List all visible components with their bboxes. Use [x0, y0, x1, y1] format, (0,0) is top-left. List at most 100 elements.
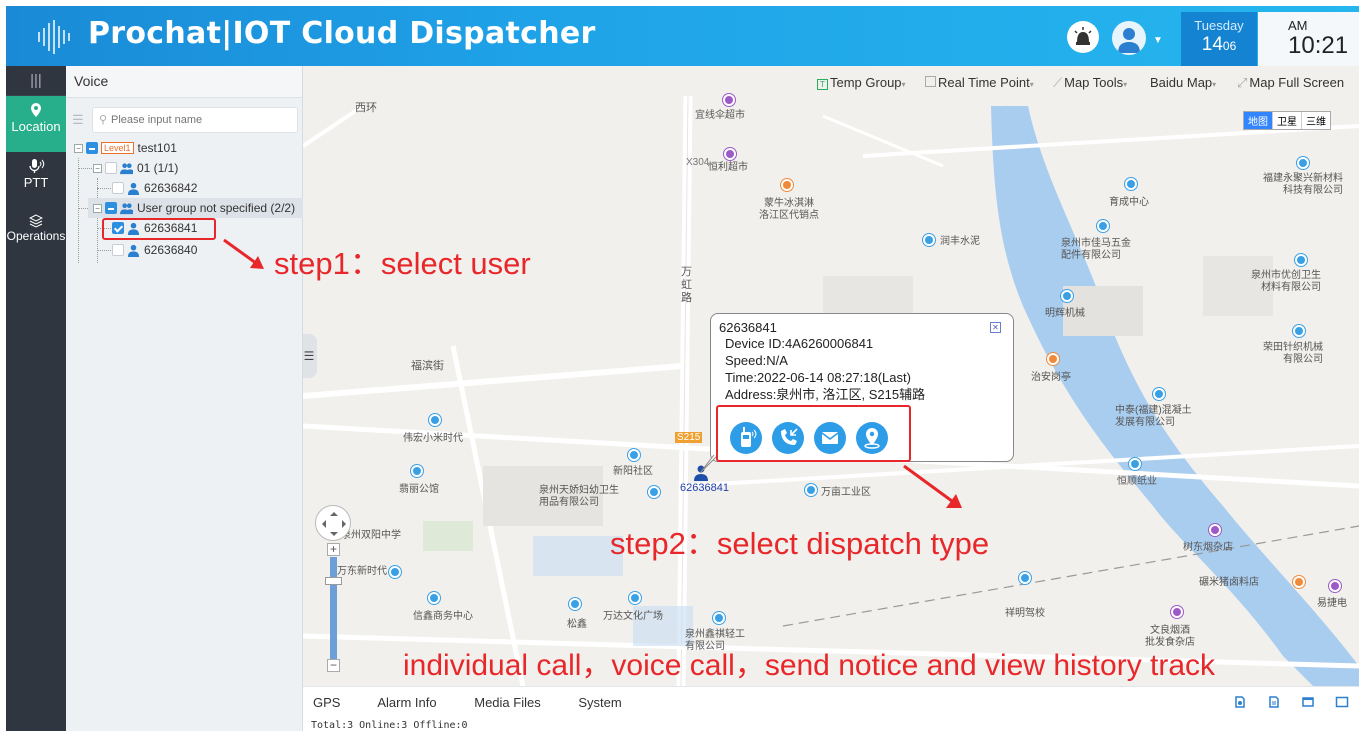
map-tools-button[interactable]: ⟋ Map Tools▾ — [1053, 75, 1127, 91]
map-label-line: 有限公司 — [1283, 354, 1323, 365]
panel-collapse-handle[interactable]: ☰ — [303, 334, 317, 378]
date-month: 06 — [1222, 39, 1237, 53]
collapse-icon[interactable]: − — [74, 143, 83, 153]
zoom-out-button[interactable]: − — [327, 659, 340, 672]
map-label-line: 泉州天娇妇幼卫生 — [539, 485, 619, 496]
alarm-light-icon[interactable] — [1067, 21, 1099, 53]
zoom-slider-thumb[interactable] — [325, 577, 342, 585]
map-label: 祥明驾校 — [1005, 608, 1045, 619]
bottom-panel: GPS Alarm Info Media Files System Total:… — [303, 686, 1359, 731]
map-label-line: 文良烟酒 — [1150, 625, 1190, 636]
chevron-down-icon: ▾ — [1212, 80, 1217, 89]
collapse-icon[interactable]: − — [93, 203, 102, 213]
tree-user-62636840[interactable]: 62636840 — [112, 240, 197, 260]
chevron-down-icon[interactable]: ▼ — [1153, 35, 1163, 46]
map-type-3d[interactable]: 三维 — [1302, 112, 1330, 129]
tree-user-62636842[interactable]: 62636842 — [112, 178, 197, 198]
clock: AM 10:21 — [1258, 12, 1359, 66]
search-input[interactable] — [92, 107, 298, 133]
menu-toggle-icon[interactable]: ||| — [6, 66, 66, 96]
collapse-icon[interactable]: − — [93, 163, 102, 173]
alarm-settings-icon[interactable] — [1267, 695, 1281, 709]
search-bar: ☰ ⚲ — [72, 107, 298, 133]
map-label: 易捷电 — [1317, 598, 1347, 609]
tab-alarm-info[interactable]: Alarm Info — [377, 695, 436, 710]
map-label: 碾米猪卤料店 — [1199, 577, 1259, 588]
full-screen-button[interactable]: ⤢ Map Full Screen — [1237, 75, 1344, 91]
poi-pin-icon — [389, 566, 401, 578]
map-label: 荣田针织机械 有限公司 — [1263, 342, 1323, 366]
poi-pin-icon — [648, 486, 660, 498]
checkbox[interactable] — [112, 182, 124, 194]
level-badge: Level1 — [101, 142, 134, 154]
tab-media-files[interactable]: Media Files — [474, 695, 540, 710]
map-label: 泉州天娇妇幼卫生 用品有限公司 — [539, 485, 619, 509]
pan-arrows-icon — [322, 512, 346, 536]
temp-group-icon: T — [817, 79, 828, 90]
poi-pin-icon — [1293, 576, 1305, 588]
poi-pin-icon — [569, 598, 581, 610]
road-label: S215 — [675, 432, 703, 443]
nav-item-operations[interactable]: Operations — [6, 208, 66, 264]
map-label-line: 蒙牛冰淇淋 — [764, 198, 814, 209]
poi-pin-icon — [429, 414, 441, 426]
map-type-normal[interactable]: 地图 — [1244, 112, 1273, 129]
poi-pin-icon — [1171, 606, 1183, 618]
nav-item-ptt[interactable]: PTT — [6, 152, 66, 208]
pan-control[interactable] — [315, 505, 351, 541]
poi-pin-icon — [1297, 157, 1309, 169]
user-icon — [127, 244, 140, 257]
zoom-in-button[interactable]: + — [327, 543, 340, 556]
mic-icon — [29, 159, 45, 173]
map-label-line: 材料有限公司 — [1261, 282, 1321, 293]
side-nav: ||| Location PTT Operations — [6, 66, 66, 731]
ampm: AM — [1288, 18, 1308, 33]
map-label: 福建永聚兴新材料 科技有限公司 — [1263, 173, 1343, 197]
nav-item-location[interactable]: Location — [6, 96, 66, 152]
nav-label: Location — [11, 119, 61, 134]
poi-pin-icon — [1295, 254, 1307, 266]
window-maximize-icon[interactable] — [1335, 695, 1349, 709]
tab-gps[interactable]: GPS — [313, 695, 340, 710]
tree-group-01[interactable]: − 01 (1/1) — [93, 158, 178, 178]
refresh-location-icon[interactable] — [1233, 695, 1247, 709]
group-icon — [120, 202, 133, 214]
close-icon[interactable]: ✕ — [990, 322, 1001, 333]
poi-pin-icon — [1329, 580, 1341, 592]
poi-pin-icon — [923, 234, 935, 246]
checkbox[interactable] — [112, 244, 124, 256]
nav-label: PTT — [23, 175, 49, 190]
poi-pin-icon — [428, 592, 440, 604]
tab-system[interactable]: System — [578, 695, 621, 710]
tree-root-label: test101 — [137, 141, 177, 155]
toolbar-label: Temp Group — [830, 75, 902, 90]
map-type-satellite[interactable]: 卫星 — [1273, 112, 1302, 129]
weekday: Tuesday — [1194, 18, 1244, 33]
baidu-map-button[interactable]: Baidu Map▾ — [1150, 75, 1216, 90]
tree-group-unspecified[interactable]: − User group not specified (2/2) — [88, 198, 303, 218]
arrow-icon — [903, 464, 962, 508]
road-label: X304 — [686, 157, 710, 168]
poi-pin-icon — [628, 449, 640, 461]
zoom-slider[interactable] — [330, 557, 337, 659]
user-icon — [127, 182, 140, 195]
user-avatar[interactable] — [1112, 21, 1146, 55]
real-time-point-button[interactable]: Real Time Point▾ — [925, 75, 1034, 90]
map-label: 信鑫商务中心 — [413, 611, 473, 622]
map-label: 泉州市优创卫生 材料有限公司 — [1251, 270, 1321, 294]
search-icon: ⚲ — [99, 114, 108, 126]
checkbox[interactable] — [105, 162, 117, 174]
list-icon[interactable]: ☰ — [72, 112, 84, 128]
nav-label: Operations — [6, 229, 66, 243]
location-icon — [31, 103, 41, 117]
poi-pin-icon — [1209, 524, 1221, 536]
checkbox[interactable] — [105, 202, 117, 214]
app-header: Prochat|IOT Cloud Dispatcher ▼ Tuesday 1… — [6, 6, 1359, 66]
group-label: User group not specified (2/2) — [137, 201, 296, 215]
device-marker-label: 62636841 — [680, 482, 729, 494]
poi-pin-icon — [1129, 458, 1141, 470]
tree-root[interactable]: − Level1 test101 — [74, 138, 177, 158]
window-restore-icon[interactable] — [1301, 695, 1315, 709]
checkbox[interactable] — [86, 142, 98, 154]
temp-group-button[interactable]: T Temp Group▾ — [817, 75, 906, 90]
